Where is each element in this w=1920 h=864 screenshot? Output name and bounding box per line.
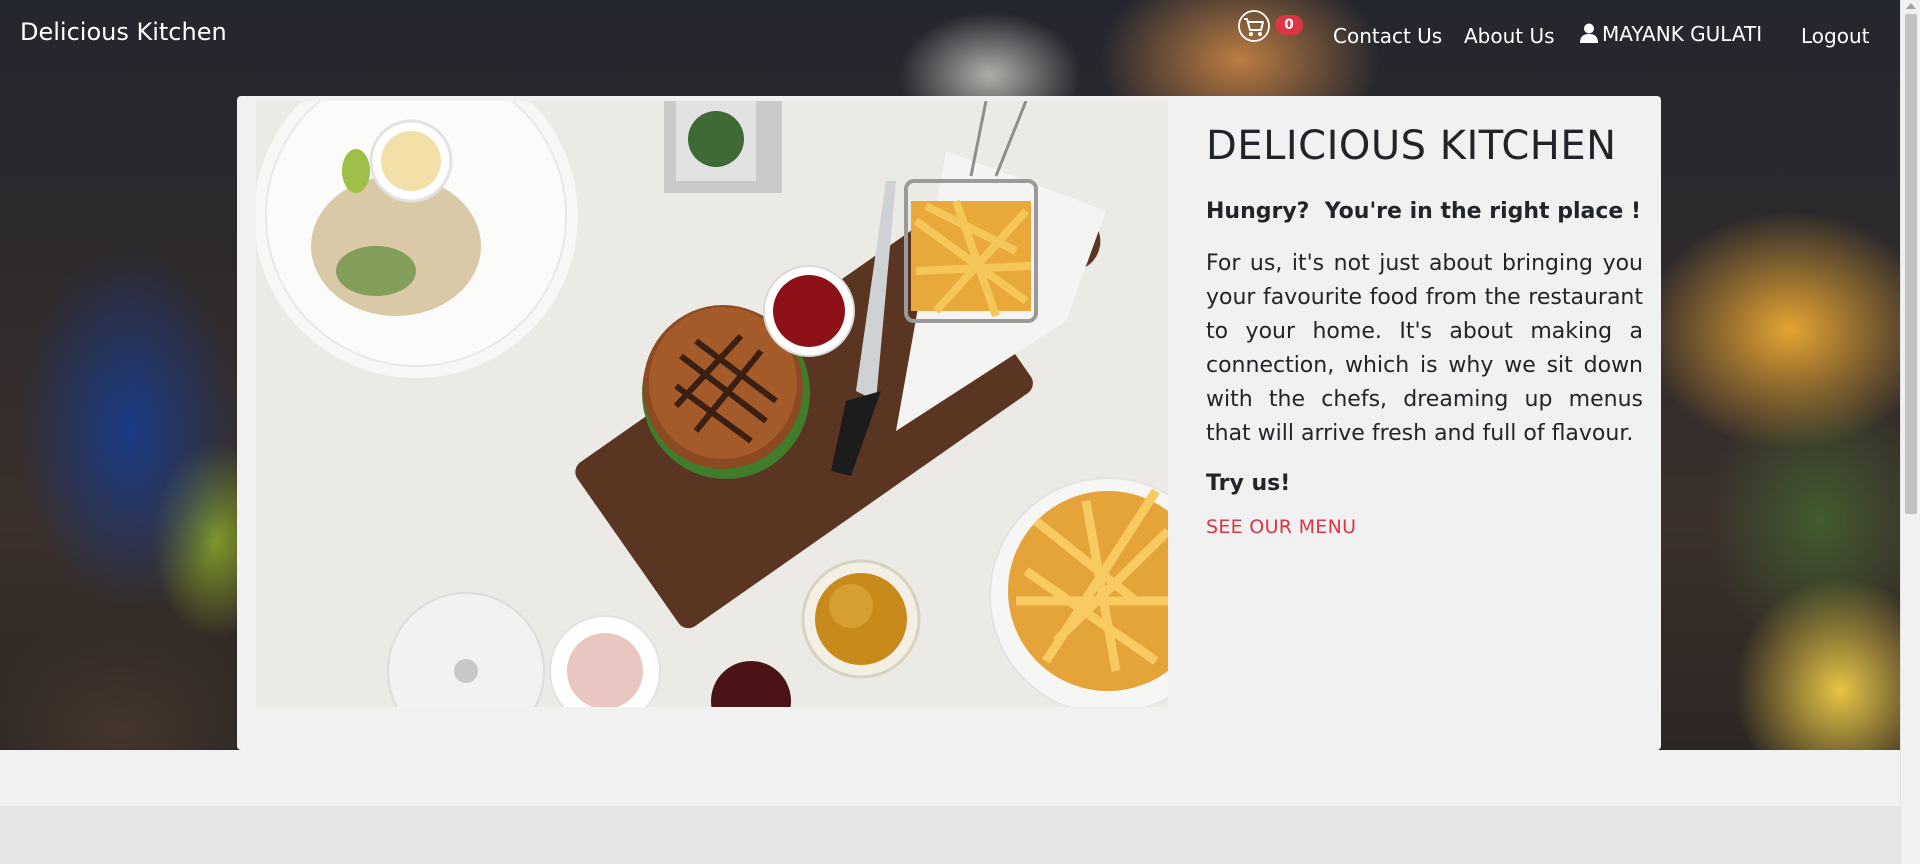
description: For us, it's not just about bringing you… — [1206, 250, 1643, 446]
scrollbar-thumb[interactable] — [1905, 14, 1917, 514]
card-body: DELICIOUS KITCHEN Hungry? You're in the … — [1206, 122, 1643, 538]
nav-about-us[interactable]: About Us — [1464, 24, 1555, 48]
food-photo — [256, 101, 1168, 707]
user-name: MAYANK GULATI — [1602, 22, 1763, 46]
hero-card: DELICIOUS KITCHEN Hungry? You're in the … — [237, 96, 1661, 750]
call-to-action: Try us! — [1206, 470, 1291, 496]
see-menu-link[interactable]: SEE OUR MENU — [1206, 516, 1356, 538]
cart-button[interactable]: 0 — [1238, 10, 1303, 44]
scroll-up-arrow-icon[interactable] — [1906, 3, 1916, 9]
user-icon — [1580, 23, 1598, 43]
page-title: DELICIOUS KITCHEN — [1206, 123, 1617, 169]
nav-user-profile[interactable]: MAYANK GULATI — [1580, 22, 1762, 46]
brand-link[interactable]: Delicious Kitchen — [20, 18, 227, 46]
cart-count-badge: 0 — [1275, 15, 1303, 35]
food-photo-illustration — [256, 101, 1168, 707]
nav-contact-us[interactable]: Contact Us — [1333, 24, 1442, 48]
shopping-cart-icon — [1238, 10, 1270, 42]
navbar: Delicious Kitchen 0 Contact Us About Us … — [0, 0, 1900, 70]
logout-link[interactable]: Logout — [1801, 24, 1869, 48]
tagline: Hungry? You're in the right place ! — [1206, 199, 1641, 224]
page-footer-band — [0, 806, 1900, 864]
scrollbar[interactable] — [1900, 0, 1920, 864]
